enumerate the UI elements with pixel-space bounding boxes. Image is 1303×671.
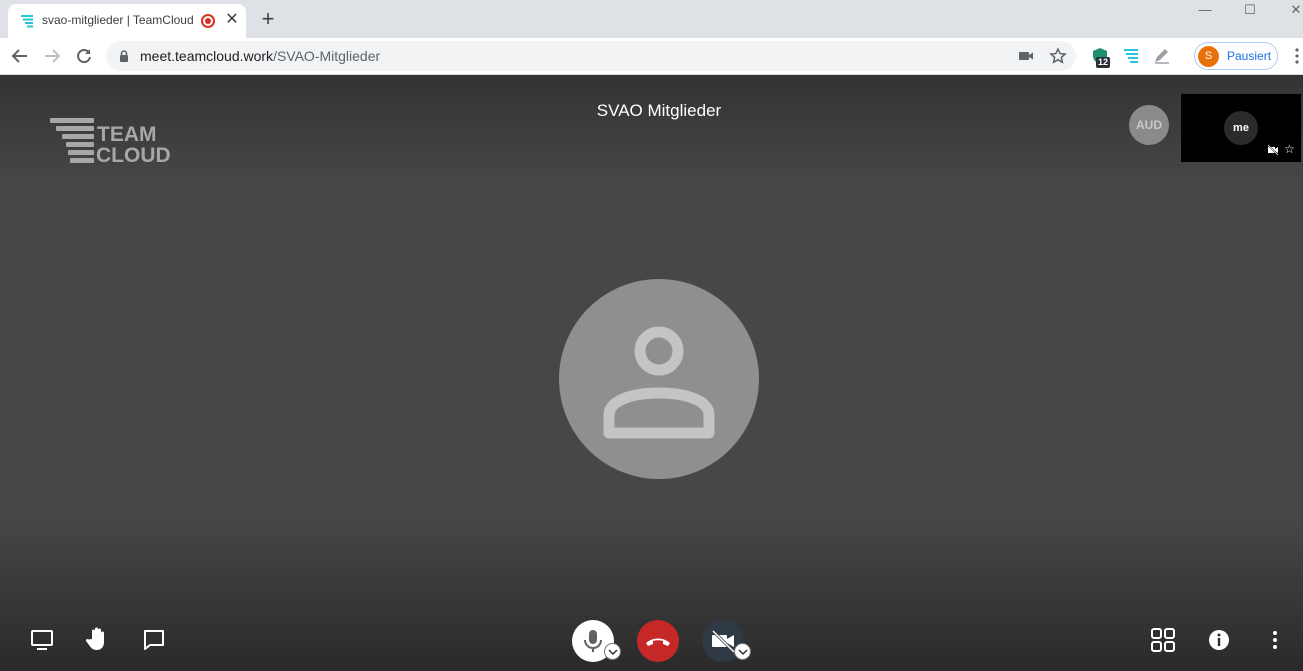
tab-close-button[interactable]: ✕	[224, 11, 240, 29]
teamcloud-logo: TEAM CLOUD	[50, 118, 171, 167]
url-path: /SVAO-Mitglieder	[273, 48, 381, 64]
new-tab-button[interactable]: +	[256, 8, 280, 32]
logo-text-cloud: CLOUD	[96, 144, 171, 167]
screen-share-icon[interactable]	[29, 627, 55, 653]
maximize-button[interactable]: ☐	[1235, 2, 1265, 20]
bookmark-star-icon[interactable]	[1049, 47, 1067, 65]
camera-off-icon	[1267, 144, 1279, 156]
browser-tab[interactable]: svao-mitglieder | TeamCloud ✕	[8, 4, 246, 38]
url-text: meet.teamcloud.work/SVAO-Mitglieder	[140, 48, 380, 64]
chevron-down-icon	[738, 649, 748, 656]
browser-tabstrip: svao-mitglieder | TeamCloud ✕ + — ☐ ✕	[0, 0, 1303, 38]
audio-settings-chevron[interactable]	[604, 643, 621, 660]
tab-title: svao-mitglieder | TeamCloud	[42, 13, 194, 27]
profile-status-label: Pausiert	[1227, 49, 1272, 63]
camera-in-use-icon[interactable]	[1017, 47, 1035, 65]
self-avatar: me	[1224, 111, 1258, 145]
chevron-down-icon	[608, 649, 618, 656]
url-host: meet.teamcloud.work	[140, 48, 274, 64]
forward-arrow-icon[interactable]	[42, 46, 62, 66]
chat-icon[interactable]	[141, 627, 167, 653]
speaker-avatar	[559, 279, 759, 479]
tile-view-icon[interactable]	[1150, 627, 1176, 653]
browser-menu-icon[interactable]	[1292, 47, 1302, 65]
room-title: SVAO Mitglieder	[596, 101, 722, 120]
profile-button[interactable]: S Pausiert	[1194, 42, 1278, 70]
self-view-thumbnail[interactable]: me ☆	[1181, 94, 1301, 162]
reload-icon[interactable]	[74, 46, 94, 66]
back-arrow-icon[interactable]	[10, 46, 30, 66]
teamcloud-favicon-icon	[21, 15, 33, 28]
meeting-stage: TEAM CLOUD SVAO Mitglieder AUD me ☆	[0, 75, 1303, 671]
info-icon[interactable]	[1206, 627, 1232, 653]
pen-extension-icon[interactable]	[1152, 46, 1172, 66]
video-settings-chevron[interactable]	[734, 643, 751, 660]
teamcloud-extension-icon[interactable]	[1121, 46, 1141, 66]
minimize-button[interactable]: —	[1190, 2, 1220, 20]
pin-star-icon[interactable]: ☆	[1284, 143, 1295, 155]
extension-badge: 12	[1096, 57, 1111, 68]
user-silhouette-icon	[603, 326, 715, 439]
hangup-button[interactable]	[637, 620, 679, 662]
profile-avatar: S	[1198, 46, 1219, 67]
more-vertical-icon[interactable]	[1262, 627, 1288, 653]
lock-icon	[120, 50, 128, 62]
window-close-button[interactable]: ✕	[1281, 2, 1303, 20]
logo-text-team: TEAM	[97, 123, 157, 146]
raise-hand-icon[interactable]	[85, 625, 111, 651]
address-bar[interactable]: meet.teamcloud.work/SVAO-Mitglieder	[106, 41, 1076, 71]
participant-avatar-aud[interactable]: AUD	[1129, 105, 1169, 145]
hangup-icon	[646, 638, 670, 646]
recording-indicator-icon	[201, 14, 215, 28]
